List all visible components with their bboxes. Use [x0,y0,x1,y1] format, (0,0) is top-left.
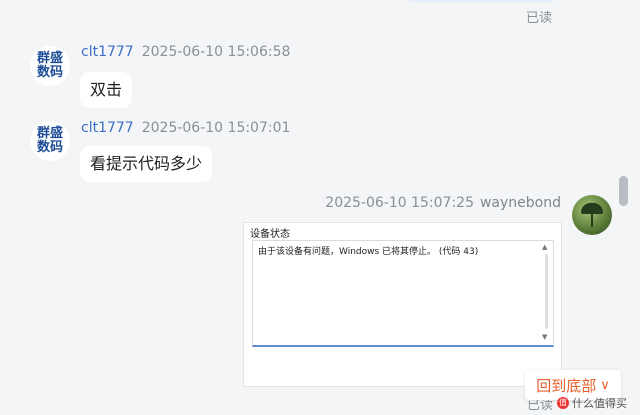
image-scrollbar: ▲ ▼ [542,243,551,341]
read-status: 已读 [526,11,553,26]
username[interactable]: waynebond [480,195,561,211]
message-bubble[interactable]: 双击 [80,72,133,108]
avatar-text-line: 数码 [36,140,63,155]
previous-message-bubble [407,0,557,2]
timestamp: 2025-06-10 15:06:58 [141,44,291,60]
avatar-text-line: 数码 [36,65,63,80]
image-status-text: 由于该设备有问题，Windows 已将其停止。 (代码 43) [258,247,479,257]
triangle-up-icon: ▲ [542,243,548,251]
avatar[interactable]: 群盛 数码 [30,46,70,86]
watermark: 值 什么值得买 [557,395,627,411]
avatar[interactable]: 群盛 数码 [30,121,70,161]
avatar-text-line: 群盛 [36,126,63,141]
avatar-text-line: 群盛 [36,51,63,66]
watermark-text: 什么值得买 [572,397,627,410]
message-meta: 2025-06-10 15:07:25 waynebond [325,195,561,211]
message-meta: clt1777 2025-06-10 15:06:58 [81,44,290,60]
image-status-box: 由于该设备有问题，Windows 已将其停止。 (代码 43) ▲ ▼ [252,240,554,347]
chevron-down-icon: ∨ [600,377,610,393]
watermark-logo-icon: 值 [557,397,569,409]
triangle-down-icon: ▼ [542,333,548,341]
back-to-bottom-label: 回到底部 [536,376,597,395]
username[interactable]: clt1777 [81,120,134,136]
image-scroll-track [545,254,548,329]
message-meta: clt1777 2025-06-10 15:07:01 [81,120,290,136]
username[interactable]: clt1777 [81,44,134,60]
avatar[interactable] [572,195,612,235]
screenshot-image-message[interactable]: 设备状态 由于该设备有问题，Windows 已将其停止。 (代码 43) ▲ ▼ [243,222,562,387]
timestamp: 2025-06-10 15:07:25 [325,195,474,211]
timestamp: 2025-06-10 15:07:01 [141,120,291,136]
image-title: 设备状态 [250,229,290,240]
umbrella-stick [591,213,593,227]
chat-scrollbar-thumb[interactable] [619,176,628,206]
message-bubble[interactable]: 看提示代码多少 [80,146,213,182]
